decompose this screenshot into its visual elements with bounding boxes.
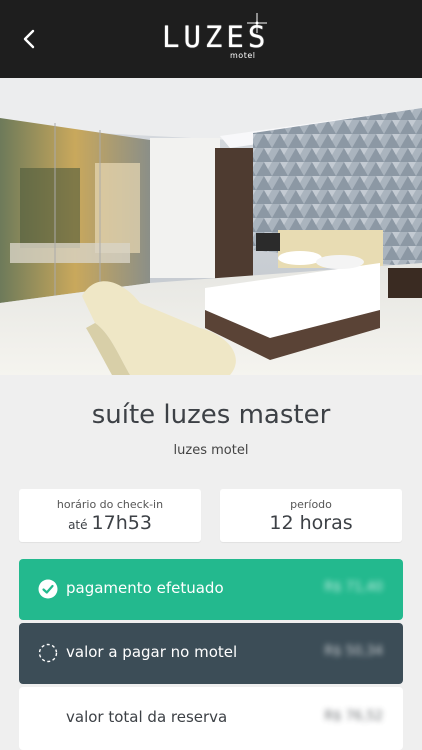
checkin-card: horário do check-in até 17h53 <box>19 489 201 542</box>
period-card: período 12 horas <box>220 489 402 542</box>
check-circle-icon <box>38 579 58 599</box>
back-button[interactable] <box>14 24 44 54</box>
pay-at-motel-row[interactable]: valor a pagar no motel R$ 50,34 <box>19 623 403 684</box>
period-label: período <box>290 498 332 511</box>
reservation-total-row[interactable]: valor total da reserva R$ 76,52 <box>19 687 403 750</box>
payment-made-amount: R$ 71,40 <box>324 580 383 595</box>
reservation-total-label: valor total da reserva <box>66 708 228 726</box>
sparkle-icon <box>247 13 267 33</box>
dashed-circle-icon <box>38 643 58 663</box>
period-value: 12 horas <box>269 512 353 534</box>
payment-made-row[interactable]: pagamento efetuado R$ 71,40 <box>19 559 403 620</box>
luzes-logo: LUZES motel <box>150 12 272 64</box>
pay-at-motel-label: valor a pagar no motel <box>66 643 238 661</box>
motel-name: luzes motel <box>173 443 249 458</box>
checkin-label: horário do check-in <box>56 498 164 511</box>
checkin-prefix: até <box>68 518 88 532</box>
payment-made-label: pagamento efetuado <box>66 579 224 597</box>
suite-photo <box>0 78 422 375</box>
reservation-total-amount: R$ 76,52 <box>324 709 383 724</box>
suite-name: suíte luzes master <box>91 400 331 430</box>
top-bar: LUZES motel <box>0 0 422 78</box>
chevron-left-icon <box>23 29 35 49</box>
checkin-time: 17h53 <box>91 512 152 534</box>
pay-at-motel-amount: R$ 50,34 <box>324 644 383 659</box>
checkin-value: até 17h53 <box>19 512 201 534</box>
logo-subtitle: motel <box>230 51 256 60</box>
